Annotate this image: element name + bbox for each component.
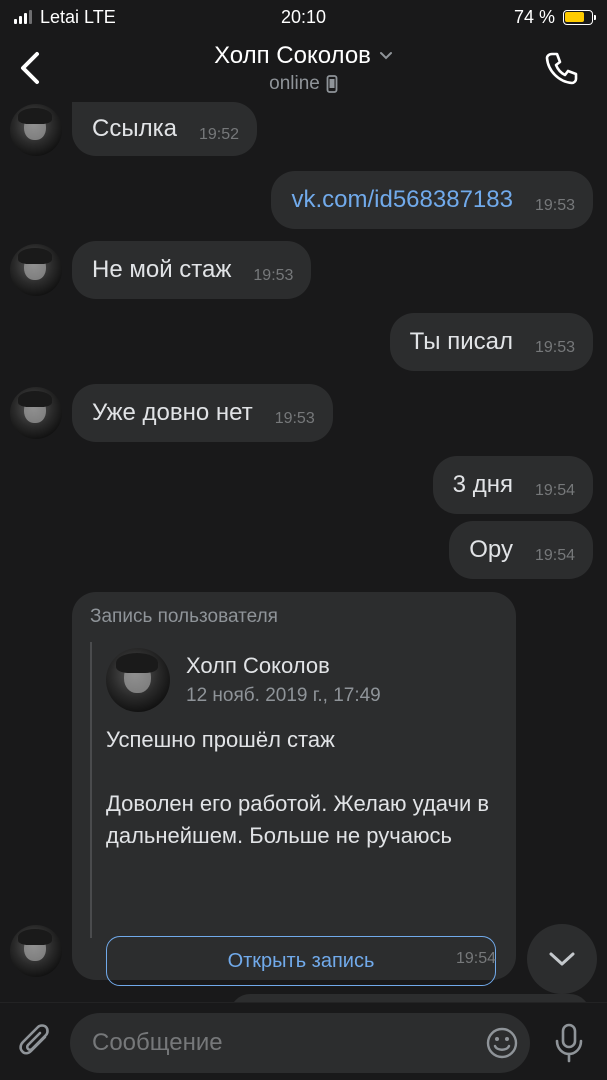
message-text: 3 дня — [452, 471, 513, 498]
mobile-phone-icon — [326, 74, 338, 93]
avatar[interactable] — [10, 925, 62, 977]
scroll-to-bottom-button[interactable] — [527, 924, 597, 994]
chat-title-block[interactable]: Холп Соколов online — [214, 42, 393, 95]
message-input-box[interactable] — [70, 1013, 530, 1073]
chevron-down-icon — [549, 952, 575, 966]
post-text: Успешно прошёл стаж Доволен его работой.… — [106, 727, 490, 848]
message-time: 19:53 — [253, 267, 294, 284]
battery-percent: 74 % — [513, 6, 555, 27]
chevron-down-icon — [379, 51, 392, 59]
open-post-button[interactable]: Открыть запись — [106, 936, 496, 986]
carrier-label: Letai LTE — [40, 6, 116, 27]
paperclip-icon — [19, 1024, 49, 1055]
message-in[interactable]: Не мой стаж 19:53 — [72, 241, 312, 299]
message-time: 19:53 — [534, 197, 575, 214]
message-text: Не мой стаж — [92, 256, 232, 283]
message-out[interactable]: Ору 19:54 — [449, 521, 593, 579]
status-left: Letai LTE — [14, 7, 214, 28]
phone-call-icon — [545, 52, 578, 85]
message-input[interactable] — [92, 1029, 452, 1057]
battery-fill — [565, 12, 584, 22]
message-list[interactable]: Ссылка 19:52 vk.com/id568387183 19:53 Не… — [0, 102, 607, 1002]
call-button[interactable] — [541, 48, 581, 88]
message-text: Ору — [469, 536, 513, 563]
message-time: 19:53 — [534, 339, 575, 356]
microphone-icon — [555, 1023, 583, 1063]
back-chevron-icon — [21, 52, 39, 84]
emoji-button[interactable] — [484, 1025, 520, 1061]
chat-header: Холп Соколов online — [0, 34, 607, 102]
message-in[interactable]: Ссылка 19:52 — [72, 102, 258, 156]
message-text: Уже довно нет — [92, 399, 253, 426]
shared-post-message[interactable]: Запись пользователя Холп Соколов 12 нояб… — [72, 592, 516, 986]
shared-post-content[interactable]: Холп Соколов 12 нояб. 2019 г., 17:49 Усп… — [90, 642, 500, 986]
post-author-name[interactable]: Холп Соколов — [186, 653, 381, 679]
message-time: 19:54 — [534, 482, 575, 499]
message-time: 19:54 — [455, 950, 496, 967]
status-right: 74 % — [393, 6, 596, 28]
attach-button[interactable] — [16, 1021, 56, 1065]
back-button[interactable] — [14, 48, 46, 88]
status-time: 20:10 — [280, 6, 327, 27]
message-text: Ты писал — [409, 328, 513, 355]
status-bar: Letai LTE 20:10 74 % — [0, 0, 607, 34]
voice-message-button[interactable] — [549, 1021, 589, 1065]
shared-post-label: Запись пользователя — [90, 606, 278, 627]
message-out[interactable]: vk.com/id568387183 19:53 — [271, 171, 593, 229]
message-in[interactable]: Уже довно нет 19:53 — [72, 384, 333, 442]
message-link[interactable]: vk.com/id568387183 — [291, 186, 512, 214]
post-date: 12 нояб. 2019 г., 17:49 — [186, 685, 381, 706]
avatar[interactable] — [10, 104, 62, 156]
online-status: online — [269, 72, 320, 94]
avatar[interactable] — [10, 387, 62, 439]
battery-icon — [562, 9, 596, 25]
signal-icon — [14, 10, 32, 24]
message-out[interactable]: 3 дня 19:54 — [432, 456, 593, 514]
chat-title: Холп Соколов — [214, 41, 371, 69]
smile-icon — [486, 1027, 518, 1059]
message-time: 19:53 — [274, 410, 315, 427]
avatar[interactable] — [10, 244, 62, 296]
message-text: Ссылка — [92, 115, 177, 142]
next-message-peek — [230, 994, 590, 1002]
message-time: 19:52 — [198, 126, 240, 143]
message-out[interactable]: Ты писал 19:53 — [389, 313, 593, 371]
message-time: 19:54 — [534, 547, 575, 564]
post-author-avatar[interactable] — [106, 648, 170, 712]
composer-bar — [0, 1002, 607, 1080]
